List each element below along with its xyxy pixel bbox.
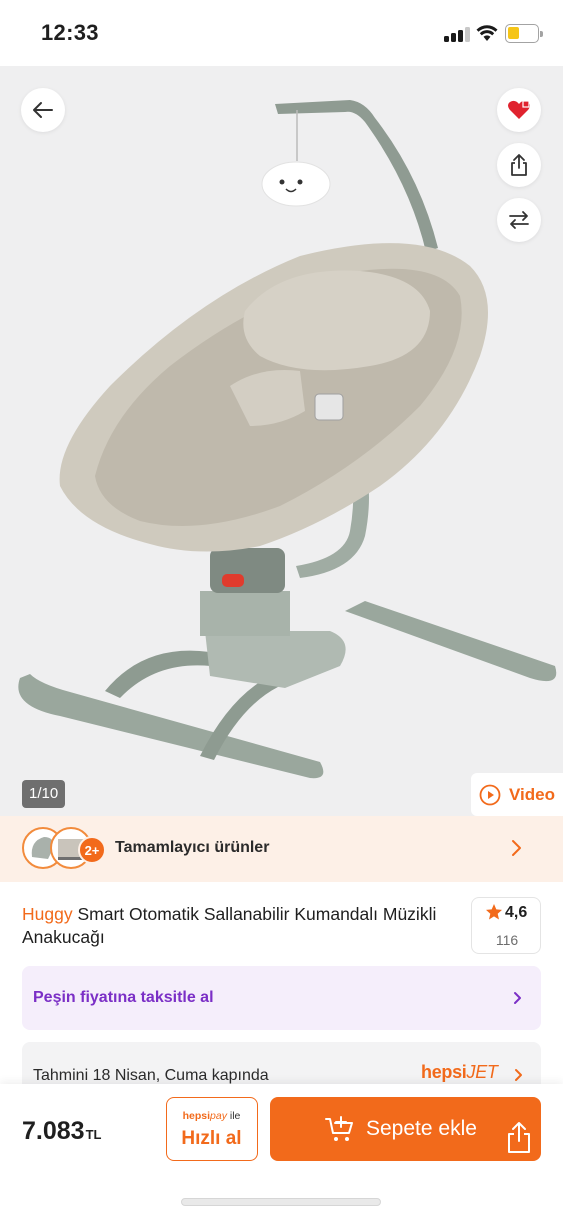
installment-banner[interactable]: Peşin fiyatına taksitle al bbox=[22, 966, 541, 1030]
play-icon bbox=[479, 784, 501, 805]
battery-icon bbox=[505, 24, 543, 43]
share-icon[interactable] bbox=[506, 1121, 532, 1155]
rating-value: 4,6 bbox=[505, 904, 528, 921]
back-button[interactable] bbox=[21, 88, 65, 132]
quick-buy-button[interactable]: hepsipay ile Hızlı al bbox=[166, 1097, 258, 1161]
chevron-right-icon bbox=[514, 992, 521, 1004]
product-title: Huggy Smart Otomatik Sallanabilir Kumand… bbox=[22, 903, 452, 949]
status-time: 12:33 bbox=[41, 20, 99, 45]
add-to-cart-button[interactable]: Sepete ekle bbox=[270, 1097, 541, 1161]
price-value: 7.083 bbox=[22, 1117, 85, 1145]
product-name: Smart Otomatik Sallanabilir Kumandalı Mü… bbox=[22, 904, 437, 947]
video-button[interactable]: Video bbox=[471, 773, 563, 816]
favorite-button[interactable] bbox=[497, 88, 541, 132]
home-indicator[interactable] bbox=[181, 1198, 381, 1206]
installment-label: Peşin fiyatına taksitle al bbox=[33, 989, 214, 1006]
complementary-thumbnails: 2+ bbox=[22, 827, 106, 871]
price: 7.083TL bbox=[22, 1117, 101, 1146]
back-arrow-icon bbox=[33, 102, 53, 118]
image-counter: 1/10 bbox=[22, 780, 66, 808]
rating-box[interactable]: 4,6 116 bbox=[471, 897, 541, 954]
share-icon bbox=[511, 154, 527, 176]
hepsijet-logo: hepsiJET bbox=[421, 1062, 498, 1082]
hepsipay-label: hepsipay ile bbox=[182, 1110, 241, 1122]
status-bar: 12:33 bbox=[0, 0, 563, 66]
signal-icon bbox=[444, 26, 470, 42]
complementary-count-badge: 2+ bbox=[78, 836, 106, 864]
wifi-icon bbox=[476, 25, 498, 41]
delivery-estimate: Tahmini 18 Nisan, Cuma kapında bbox=[33, 1067, 269, 1084]
share-button[interactable] bbox=[497, 143, 541, 187]
compare-button[interactable] bbox=[497, 198, 541, 242]
add-to-cart-icon bbox=[325, 1116, 353, 1141]
video-label: Video bbox=[509, 784, 555, 804]
chevron-right-icon bbox=[512, 840, 521, 856]
price-currency: TL bbox=[85, 1127, 102, 1142]
star-icon bbox=[486, 904, 502, 920]
product-image bbox=[18, 100, 557, 779]
compare-icon bbox=[509, 211, 529, 229]
heart-icon bbox=[508, 100, 530, 119]
chevron-right-icon bbox=[515, 1069, 522, 1081]
review-count: 116 bbox=[495, 932, 519, 948]
bottom-action-bar: 7.083TL hepsipay ile Hızlı al Sepete ekl… bbox=[0, 1084, 563, 1218]
complementary-label: Tamamlayıcı ürünler bbox=[115, 839, 270, 856]
add-to-cart-label: Sepete ekle bbox=[366, 1117, 477, 1140]
product-brand-link[interactable]: Huggy bbox=[22, 904, 73, 924]
quick-buy-label: Hızlı al bbox=[181, 1128, 242, 1149]
product-gallery[interactable]: 1/10 Video bbox=[0, 66, 563, 816]
complementary-products-bar[interactable]: 2+ Tamamlayıcı ürünler bbox=[0, 816, 563, 882]
